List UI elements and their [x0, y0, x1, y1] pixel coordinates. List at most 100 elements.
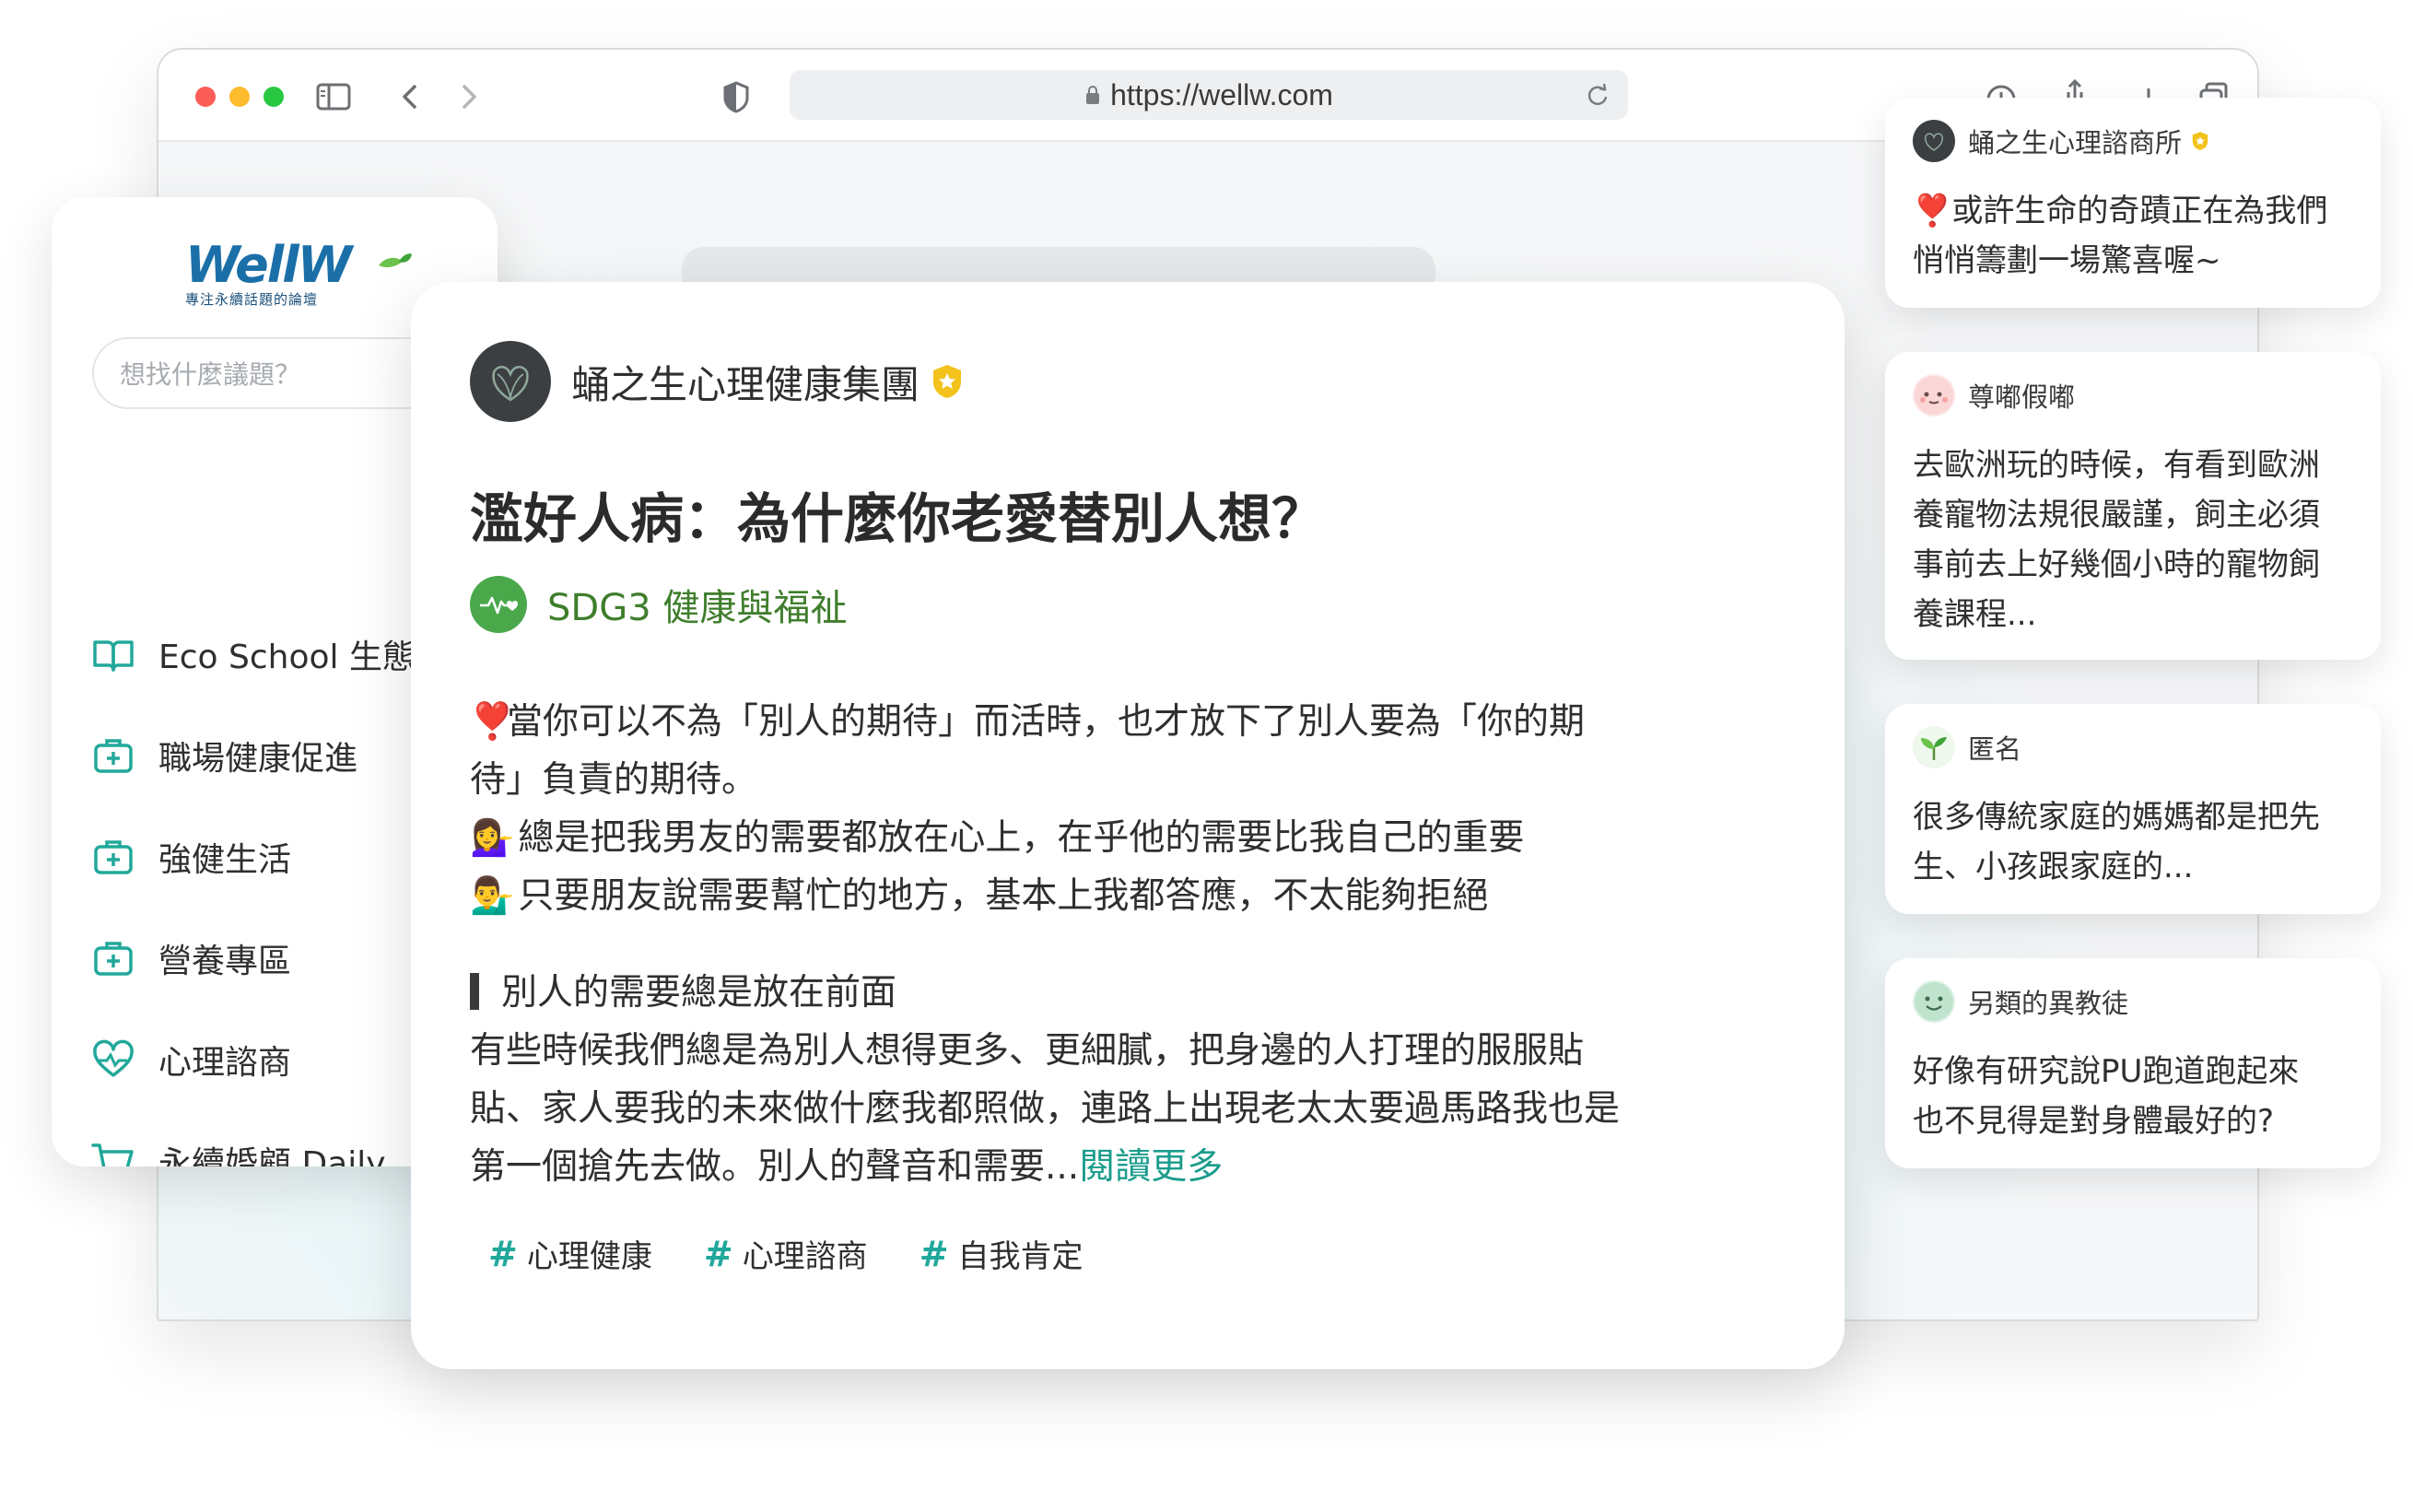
- avatar[interactable]: [1913, 120, 1955, 162]
- sidebar-toggle-icon[interactable]: [315, 74, 356, 120]
- search-placeholder: 想找什麼議題？: [120, 359, 301, 390]
- post-author[interactable]: 蛹之生心理健康集團: [470, 341, 964, 422]
- body-text: 待」負責的期待。: [470, 759, 758, 801]
- tag-mental-health[interactable]: # 心理健康: [488, 1231, 652, 1276]
- sidebar-item-healthy-living[interactable]: 強健生活: [90, 829, 291, 885]
- paragraph-text: 第一個搶先去做。別人的聲音和需要...: [470, 1146, 1080, 1188]
- zoom-window-button[interactable]: [264, 87, 284, 107]
- comment-line: 好像有研究說PU跑道跑起來: [1913, 1053, 2300, 1090]
- minimize-window-button[interactable]: [229, 87, 250, 107]
- paragraph-line: 貼、家人要我的未來做什麼我都照做，連路上出現老太太要過馬路我也是: [470, 1088, 1621, 1130]
- post-body: ❣️當你可以不為「別人的期待」而活時，也才放下了別人要為「你的期 待」負責的期待…: [470, 693, 1760, 925]
- verified-badge-icon: [2192, 132, 2208, 150]
- comment-author-name[interactable]: 匿名: [1968, 728, 2021, 767]
- first-aid-kit-icon: [94, 942, 133, 976]
- comment-line: 也不見得是對身體最好的?: [1913, 1103, 2275, 1140]
- verified-badge-icon: [933, 365, 962, 398]
- hash-icon: #: [703, 1233, 733, 1274]
- emoji: 💁‍♀️: [470, 817, 515, 859]
- first-aid-kit-icon: [94, 739, 133, 773]
- cart-icon: [91, 1143, 134, 1166]
- sdg-category[interactable]: SDG3 健康與福祉: [470, 575, 847, 634]
- tag-label: 心理諮商: [742, 1238, 868, 1275]
- post-paragraph: 有些時候我們總是為別人想得更多、更細膩，把身邊的人打理的服服貼 貼、家人要我的未…: [470, 1022, 1760, 1196]
- sdg-label[interactable]: SDG3 健康與福祉: [547, 578, 847, 631]
- comment-author[interactable]: 匿名: [1913, 726, 2021, 768]
- cartoon-face-icon: [1915, 376, 1953, 415]
- quote-bar: [470, 973, 479, 1010]
- body-text: 當你可以不為「別人的期待」而活時，也才放下了別人要為「你的期: [507, 701, 1586, 743]
- tag-label: 心理健康: [526, 1238, 652, 1275]
- body-text: 只要朋友說需要幫忙的地方，基本上我都答應，不太能夠拒絕: [507, 875, 1489, 917]
- comment-line: 養寵物法規很嚴謹，飼主必須: [1913, 497, 2320, 533]
- avatar[interactable]: [1913, 726, 1955, 768]
- close-window-button[interactable]: [195, 87, 216, 107]
- url-text: https://wellw.com: [1110, 77, 1333, 111]
- post-title[interactable]: 濫好人病：為什麼你老愛替別人想？: [470, 475, 1325, 553]
- author-name[interactable]: 蛹之生心理健康集團: [571, 354, 920, 410]
- comment-line: 去歐洲玩的時候，有看到歐洲: [1913, 447, 2320, 484]
- sidebar-item-label: 永續婚顧 Daily: [158, 1145, 386, 1166]
- comment-author[interactable]: 另類的異教徒: [1913, 980, 2128, 1023]
- sidebar-item-nutrition[interactable]: 營養專區: [90, 931, 291, 986]
- avatar[interactable]: [1913, 374, 1955, 416]
- privacy-shield-icon[interactable]: [720, 74, 752, 120]
- comment-author-name[interactable]: 另類的異教徒: [1968, 982, 2128, 1021]
- sidebar-item-label: 心理諮商: [158, 1044, 292, 1082]
- sidebar-item-label: 強健生活: [158, 841, 292, 879]
- comment-author[interactable]: 尊嘟假嘟: [1913, 374, 2075, 416]
- paragraph-line: 有些時候我們總是為別人想得更多、更細膩，把身邊的人打理的服服貼: [470, 1030, 1585, 1072]
- sidebar-item-counseling[interactable]: 心理諮商: [90, 1032, 291, 1087]
- reload-icon[interactable]: [1584, 81, 1611, 109]
- forward-arrow-icon[interactable]: [455, 74, 483, 120]
- comment-line: 養課程...: [1913, 596, 2037, 633]
- book-icon: [93, 640, 134, 672]
- tag-counseling[interactable]: # 心理諮商: [704, 1231, 868, 1276]
- leaf-heart-icon: [1925, 133, 1943, 151]
- wellw-logo[interactable]: WellW 專注永續話題的論壇: [185, 240, 425, 322]
- post-card[interactable]: 蛹之生心理健康集團 濫好人病：為什麼你老愛替別人想？ SDG3 健康與福祉 ❣️…: [411, 282, 1845, 1369]
- leaf-heart-icon: [492, 366, 529, 402]
- comment-line: 事前去上好幾個小時的寵物飼: [1913, 546, 2320, 583]
- body-line: ❣️當你可以不為「別人的期待」而活時，也才放下了別人要為「你的期: [470, 693, 1760, 751]
- sidebar-item-wedding-daily[interactable]: 永續婚顧 Daily: [90, 1133, 386, 1166]
- comment-line: 生、小孩跟家庭的...: [1913, 849, 2194, 885]
- smiley-face-icon: [1915, 982, 1953, 1021]
- comment-author[interactable]: 蛹之生心理諮商所: [1913, 120, 2209, 162]
- subheading-text: 別人的需要總是放在前面: [501, 972, 897, 1014]
- hash-icon: #: [488, 1233, 518, 1274]
- comment-card[interactable]: 尊嘟假嘟 去歐洲玩的時候，有看到歐洲 養寵物法規很嚴謹，飼主必須 事前去上好幾個…: [1885, 352, 2381, 660]
- comment-text: 好像有研究說PU跑道跑起來 也不見得是對身體最好的?: [1913, 1047, 2364, 1146]
- avatar[interactable]: [1913, 980, 1955, 1023]
- paragraph-line: 第一個搶先去做。別人的聲音和需要...閱讀更多: [470, 1138, 1760, 1196]
- sidebar-item-workplace-health[interactable]: 職場健康促進: [90, 728, 357, 783]
- body-line: 💁‍♀️ 總是把我男友的需要都放在心上，在乎他的需要比我自己的重要: [470, 809, 1760, 867]
- sdg3-health-icon: [470, 576, 527, 633]
- comment-line: 很多傳統家庭的媽媽都是把先: [1913, 799, 2320, 836]
- comment-author-name[interactable]: 尊嘟假嘟: [1968, 376, 2075, 415]
- read-more-link[interactable]: 閱讀更多: [1079, 1146, 1223, 1188]
- emoji: 💁‍♂️: [470, 875, 515, 917]
- back-arrow-icon[interactable]: [396, 74, 424, 120]
- emoji: ❣️: [470, 701, 515, 743]
- comment-card[interactable]: 另類的異教徒 好像有研究說PU跑道跑起來 也不見得是對身體最好的?: [1885, 958, 2381, 1168]
- avatar[interactable]: [470, 341, 551, 422]
- leaf-icon: [379, 253, 412, 268]
- lock-icon: [1086, 86, 1100, 104]
- heart-pulse-icon: [93, 1039, 134, 1077]
- logo-tagline: 專注永續話題的論壇: [185, 291, 319, 308]
- address-bar[interactable]: https://wellw.com: [790, 70, 1628, 120]
- tag-self-affirmation[interactable]: # 自我肯定: [920, 1231, 1084, 1276]
- comment-line: ❣️或許生命的奇蹟正在為我們: [1913, 193, 2328, 229]
- hash-icon: #: [919, 1233, 949, 1274]
- comment-card[interactable]: 匿名 很多傳統家庭的媽媽都是把先 生、小孩跟家庭的...: [1885, 704, 2381, 914]
- comment-card[interactable]: 蛹之生心理諮商所 ❣️或許生命的奇蹟正在為我們 悄悄籌劃一場驚喜喔~: [1885, 98, 2381, 308]
- sprout-icon: [1921, 737, 1947, 760]
- body-line: 待」負責的期待。: [470, 751, 1760, 809]
- comment-text: 很多傳統家庭的媽媽都是把先 生、小孩跟家庭的...: [1913, 792, 2364, 892]
- post-subheading: 別人的需要總是放在前面: [470, 964, 1760, 1022]
- comment-author-name[interactable]: 蛹之生心理諮商所: [1968, 122, 2182, 160]
- comment-text: 去歐洲玩的時候，有看到歐洲 養寵物法規很嚴謹，飼主必須 事前去上好幾個小時的寵物…: [1913, 440, 2364, 639]
- body-line: 💁‍♂️ 只要朋友說需要幫忙的地方，基本上我都答應，不太能夠拒絕: [470, 867, 1760, 925]
- tag-list: # 心理健康 # 心理諮商 # 自我肯定: [488, 1231, 1135, 1276]
